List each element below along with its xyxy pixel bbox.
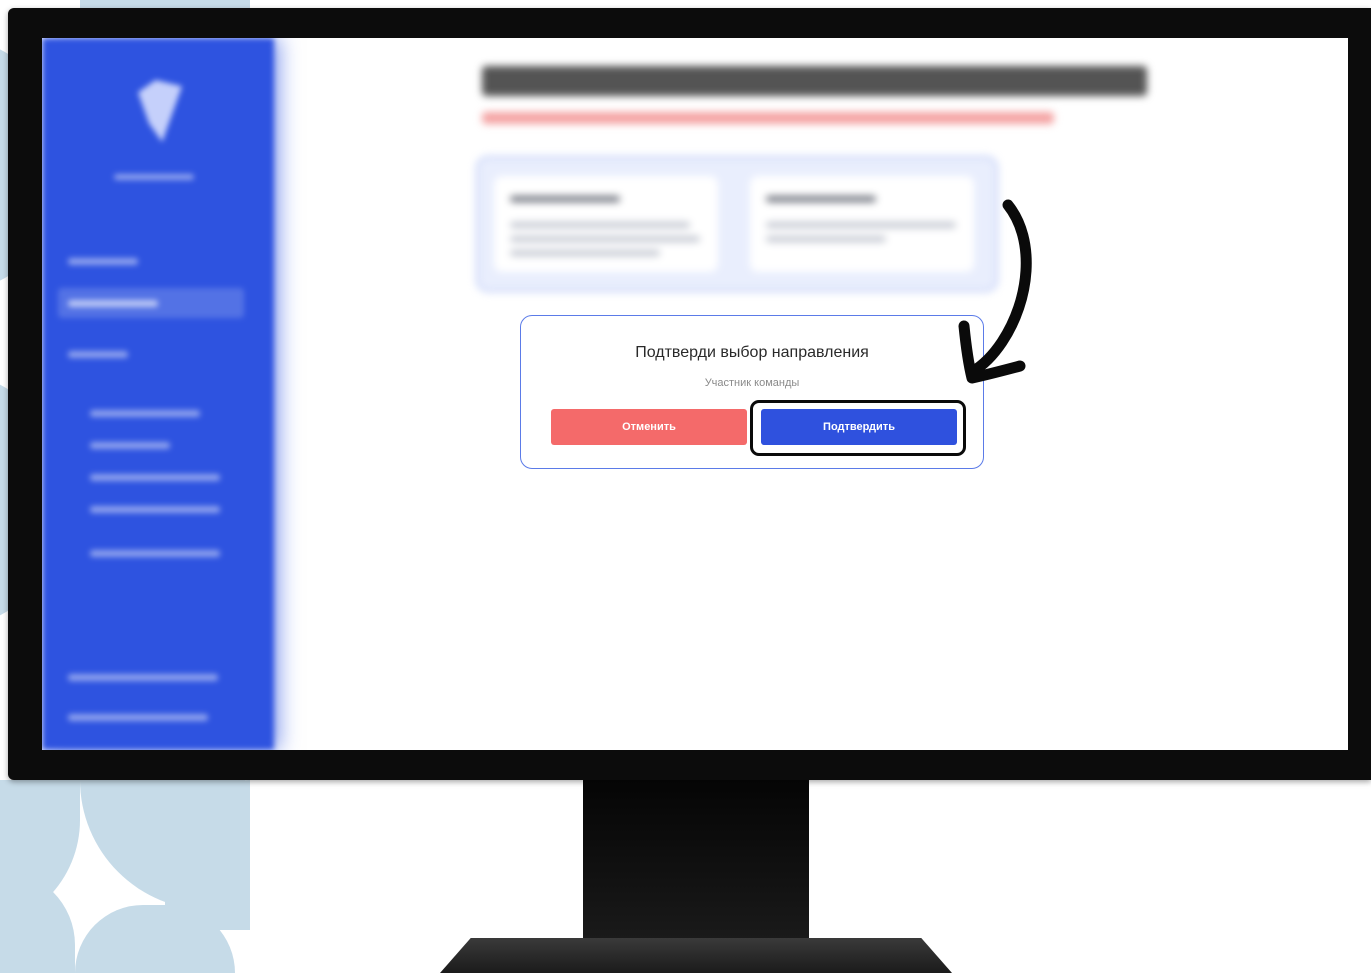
monitor-stand-base	[440, 938, 952, 973]
page-subtitle	[482, 112, 1054, 124]
app-screen: Подтверди выбор направления Участник ком…	[42, 38, 1348, 750]
confirm-button[interactable]: Подтвердить	[761, 409, 957, 445]
dialog-title: Подтверди выбор направления	[635, 344, 869, 361]
cancel-button[interactable]: Отменить	[551, 409, 747, 445]
direction-cards	[476, 156, 998, 292]
confirm-direction-dialog: Подтверди выбор направления Участник ком…	[520, 315, 984, 469]
dialog-subtitle: Участник команды	[704, 377, 800, 389]
page-title	[482, 66, 1147, 96]
direction-card	[494, 176, 718, 272]
monitor-stand	[583, 780, 809, 940]
direction-card	[750, 176, 974, 272]
